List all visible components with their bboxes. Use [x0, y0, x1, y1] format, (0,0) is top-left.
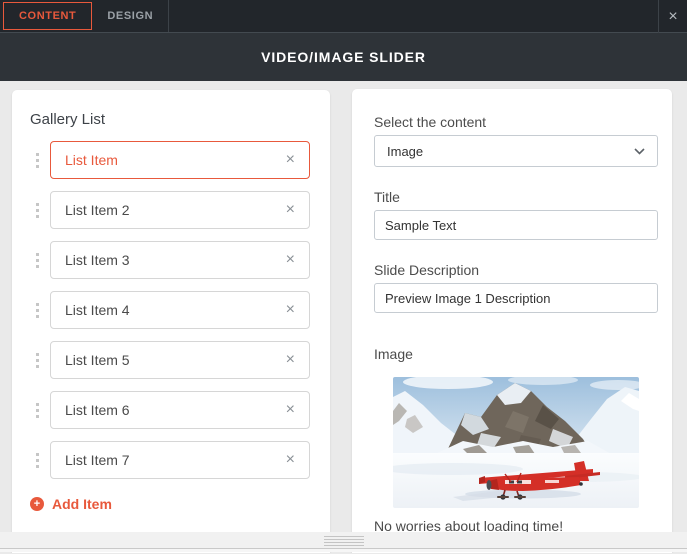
description-label: Slide Description — [374, 262, 480, 278]
remove-item-icon[interactable]: × — [283, 450, 298, 470]
content-type-select[interactable]: Image — [374, 135, 658, 167]
list-item[interactable]: List Item 5 × — [50, 341, 310, 379]
drag-handle-icon[interactable] — [24, 152, 50, 168]
list-item-label: List Item 6 — [65, 402, 130, 418]
gallery-list-panel: Gallery List List Item × List Item 2 × L… — [12, 90, 330, 553]
list-item-label: List Item — [65, 152, 118, 168]
gallery-list-row: List Item 6 × — [24, 391, 310, 429]
drag-handle-icon[interactable] — [24, 302, 50, 318]
chevron-down-icon — [634, 147, 645, 155]
content-type-value: Image — [387, 143, 424, 159]
plus-icon: + — [30, 497, 44, 511]
drag-handle-icon[interactable] — [24, 202, 50, 218]
list-item-label: List Item 2 — [65, 202, 130, 218]
gallery-list-row: List Item × — [24, 141, 310, 179]
list-item[interactable]: List Item × — [50, 141, 310, 179]
gallery-list-row: List Item 7 × — [24, 441, 310, 479]
list-item[interactable]: List Item 3 × — [50, 241, 310, 279]
title-input[interactable] — [374, 210, 658, 240]
list-item-label: List Item 5 — [65, 352, 130, 368]
dialog-body: Gallery List List Item × List Item 2 × L… — [0, 81, 687, 553]
gallery-list-row: List Item 4 × — [24, 291, 310, 329]
close-icon[interactable]: × — [658, 0, 687, 33]
list-item[interactable]: List Item 2 × — [50, 191, 310, 229]
page-title: VIDEO/IMAGE SLIDER — [261, 49, 426, 65]
title-label: Title — [374, 189, 400, 205]
list-item[interactable]: List Item 6 × — [50, 391, 310, 429]
tab-content[interactable]: CONTENT — [3, 2, 93, 30]
list-item[interactable]: List Item 4 × — [50, 291, 310, 329]
list-item[interactable]: List Item 7 × — [50, 441, 310, 479]
drag-handle-icon[interactable] — [24, 402, 50, 418]
add-item-label: Add Item — [52, 496, 112, 512]
content-type-label: Select the content — [374, 114, 487, 130]
remove-item-icon[interactable]: × — [283, 300, 298, 320]
bottom-bar-lower — [0, 549, 687, 552]
dialog-tab-bar: CONTENT DESIGN × — [0, 0, 687, 33]
bottom-bar — [0, 532, 687, 553]
remove-item-icon[interactable]: × — [283, 350, 298, 370]
resize-grip-handle[interactable] — [323, 536, 364, 547]
add-item-button[interactable]: + Add Item — [30, 495, 310, 513]
description-input[interactable] — [374, 283, 658, 313]
slide-editor-panel: Select the content Image Title Slide Des… — [352, 89, 672, 553]
gallery-list: List Item × List Item 2 × List Item 3 × … — [24, 141, 310, 479]
list-item-label: List Item 4 — [65, 302, 130, 318]
remove-item-icon[interactable]: × — [283, 150, 298, 170]
tab-design[interactable]: DESIGN — [92, 0, 170, 32]
gallery-list-row: List Item 5 × — [24, 341, 310, 379]
drag-handle-icon[interactable] — [24, 352, 50, 368]
remove-item-icon[interactable]: × — [283, 250, 298, 270]
slide-preview-image[interactable] — [393, 377, 639, 508]
list-item-label: List Item 3 — [65, 252, 130, 268]
gallery-list-row: List Item 3 × — [24, 241, 310, 279]
list-item-label: List Item 7 — [65, 452, 130, 468]
dialog-header: VIDEO/IMAGE SLIDER — [0, 33, 687, 81]
remove-item-icon[interactable]: × — [283, 200, 298, 220]
gallery-list-row: List Item 2 × — [24, 191, 310, 229]
drag-handle-icon[interactable] — [24, 252, 50, 268]
gallery-list-heading: Gallery List — [30, 111, 106, 128]
image-section-label: Image — [374, 346, 413, 362]
remove-item-icon[interactable]: × — [283, 400, 298, 420]
drag-handle-icon[interactable] — [24, 452, 50, 468]
